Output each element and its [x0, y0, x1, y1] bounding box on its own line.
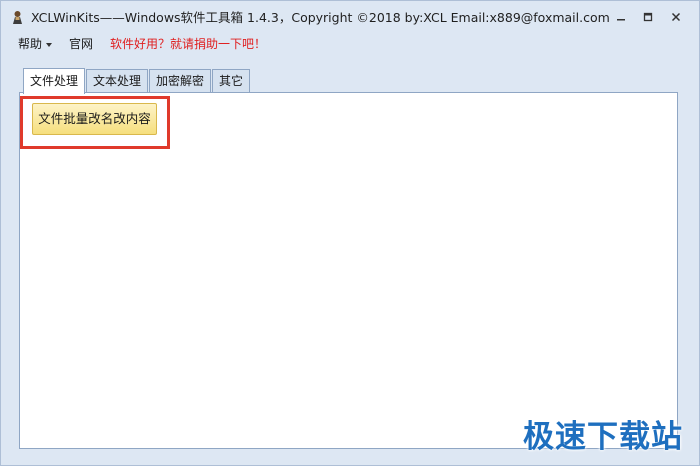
menu-website[interactable]: 官网 — [69, 36, 93, 52]
app-window: XCLWinKits——Windows软件工具箱 1.4.3，Copyright… — [0, 0, 700, 466]
restore-icon — [643, 12, 653, 22]
batch-rename-button[interactable]: 文件批量改名改内容 — [32, 103, 157, 135]
tab-text-processing[interactable]: 文本处理 — [86, 69, 149, 93]
title-bar[interactable]: XCLWinKits——Windows软件工具箱 1.4.3，Copyright… — [1, 1, 699, 33]
tab-other[interactable]: 其它 — [212, 69, 251, 93]
close-button[interactable] — [665, 7, 687, 27]
app-figure-icon — [10, 10, 25, 25]
watermark-logo: 极速下载站 — [523, 419, 683, 455]
menu-bar: 帮助 官网 软件好用？就请捐助一下吧！ — [1, 33, 699, 55]
tab-file-processing[interactable]: 文件处理 — [23, 68, 86, 94]
menu-help-label: 帮助 — [18, 37, 43, 51]
minimize-icon — [617, 19, 625, 21]
menu-donate-promo[interactable]: 软件好用？就请捐助一下吧！ — [110, 36, 266, 52]
tab-strip: 文件处理 文本处理 加密解密 其它 — [23, 67, 251, 94]
tab-encrypt-decrypt[interactable]: 加密解密 — [149, 69, 212, 93]
restore-button[interactable] — [637, 7, 659, 27]
menu-help[interactable]: 帮助 — [18, 36, 53, 52]
tab-panel-file-processing: 文件批量改名改内容 — [19, 92, 678, 449]
chevron-down-icon — [46, 42, 53, 47]
close-icon — [671, 12, 681, 22]
window-title: XCLWinKits——Windows软件工具箱 1.4.3，Copyright… — [31, 10, 610, 25]
minimize-button[interactable] — [610, 7, 632, 27]
